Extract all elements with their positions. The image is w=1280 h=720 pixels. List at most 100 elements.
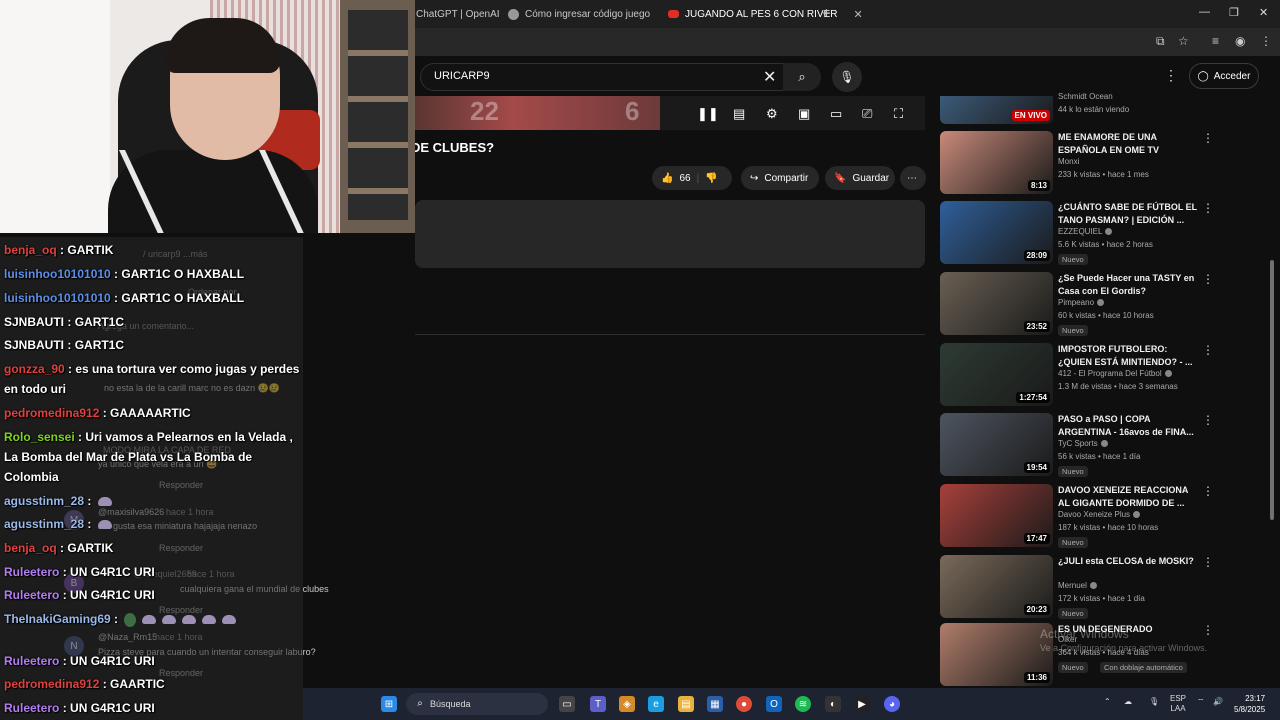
channel-name[interactable]: TyC Sports bbox=[1058, 439, 1108, 448]
clock[interactable]: 23:17 5/8/2025 bbox=[1234, 693, 1265, 715]
signin-button[interactable]: ◯ Acceder bbox=[1189, 63, 1259, 89]
channel-name[interactable]: Davoo Xeneize Plus bbox=[1058, 510, 1141, 519]
miniplayer-icon[interactable]: ▣ bbox=[798, 106, 810, 122]
subtitles-icon[interactable]: ▤ bbox=[733, 106, 745, 122]
spotify-icon[interactable]: ≋ bbox=[795, 696, 811, 712]
video-title[interactable]: PASO a PASO | COPA ARGENTINA - 16avos de… bbox=[1058, 413, 1198, 439]
chat-username[interactable]: benja_oq bbox=[4, 541, 57, 555]
search-button[interactable]: ⌕ bbox=[783, 63, 821, 91]
share-button[interactable]: ↪ Compartir bbox=[741, 166, 819, 190]
save-button[interactable]: 🔖 Guardar bbox=[825, 166, 895, 190]
more-options-icon[interactable]: ⋮ bbox=[1202, 343, 1214, 357]
media-control-icon[interactable]: ≡ bbox=[1212, 34, 1219, 48]
new-tab-button[interactable]: + bbox=[822, 5, 831, 22]
video-thumbnail[interactable]: 8:13 bbox=[940, 131, 1053, 194]
recommended-video[interactable]: 20:23 ¿JULI esta CELOSA de MOSKI? ⋮ Mernuel… bbox=[940, 555, 1220, 619]
video-thumbnail[interactable]: 20:23 bbox=[940, 555, 1053, 618]
recommended-video[interactable]: 8:13 ME ENAMORE DE UNA ESPAÑOLA EN OME TV… bbox=[940, 131, 1220, 195]
chat-username[interactable]: pedromedina912 bbox=[4, 677, 99, 691]
chat-username[interactable]: Ruleetero bbox=[4, 565, 59, 579]
channel-name[interactable]: Pimpeano bbox=[1058, 298, 1105, 307]
more-options-icon[interactable]: ⋮ bbox=[1202, 623, 1214, 637]
chat-username[interactable]: gonzza_90 bbox=[4, 362, 65, 376]
profile-icon[interactable]: ◉ bbox=[1235, 34, 1245, 48]
clear-search-icon[interactable]: ✕ bbox=[763, 67, 776, 87]
volume-icon[interactable]: 🔊 bbox=[1213, 697, 1223, 706]
install-app-icon[interactable]: ⧉ bbox=[1156, 34, 1165, 49]
recommended-video[interactable]: 1:27:54 IMPOSTOR FUTBOLERO: ¿QUIEN ESTÁ M… bbox=[940, 343, 1220, 407]
chrome-icon[interactable]: ● bbox=[736, 696, 752, 712]
channel-name[interactable]: Mernuel bbox=[1058, 581, 1097, 590]
chat-username[interactable]: Ruleetero bbox=[4, 588, 59, 602]
chat-username[interactable]: Ruleetero bbox=[4, 701, 59, 715]
more-options-icon[interactable]: ⋮ bbox=[1202, 131, 1214, 145]
tab-codigo[interactable]: Cómo ingresar código juego ✕ bbox=[508, 4, 677, 24]
video-title[interactable]: DAVOO XENEIZE REACCIONA AL GIGANTE DORMI… bbox=[1058, 484, 1198, 510]
chat-username[interactable]: TheInakiGaming69 bbox=[4, 612, 111, 626]
settings-menu-icon[interactable]: ⋮ bbox=[1164, 67, 1178, 84]
like-dislike-group[interactable]: 👍 66 | 👎 bbox=[652, 166, 732, 190]
teams-icon[interactable]: T bbox=[590, 696, 606, 712]
thumbs-down-icon[interactable]: 👎 bbox=[705, 173, 717, 184]
bookmark-star-icon[interactable]: ☆ bbox=[1178, 34, 1189, 48]
windows-start-icon[interactable]: ⊞ bbox=[381, 696, 397, 712]
tab-chatgpt[interactable]: ChatGPT | OpenAI ✕ bbox=[416, 4, 519, 24]
chat-username[interactable]: luisinhoo10101010 bbox=[4, 267, 111, 281]
close-icon[interactable]: ✕ bbox=[853, 8, 862, 21]
fullscreen-icon[interactable]: ⛶ bbox=[894, 106, 903, 122]
description-box[interactable] bbox=[415, 200, 925, 268]
restore-icon[interactable]: ❐ bbox=[1229, 6, 1239, 19]
video-thumbnail[interactable]: 1:27:54 bbox=[940, 343, 1053, 406]
chat-username[interactable]: SJNBAUTI bbox=[4, 315, 64, 329]
chat-username[interactable]: agusstinm_28 bbox=[4, 494, 84, 508]
recommended-video[interactable]: 28:09 ¿CUÁNTO SABE DE FÚTBOL EL TANO PASM… bbox=[940, 201, 1220, 265]
folder-icon[interactable]: ▤ bbox=[678, 696, 694, 712]
media-player-icon[interactable]: ▶ bbox=[854, 696, 870, 712]
gear-icon[interactable]: ⚙ bbox=[766, 106, 778, 122]
video-thumbnail[interactable]: 28:09 bbox=[940, 201, 1053, 264]
video-thumbnail[interactable]: 17:47 bbox=[940, 484, 1053, 547]
video-title[interactable]: IMPOSTOR FUTBOLERO: ¿QUIEN ESTÁ MINTIEND… bbox=[1058, 343, 1198, 369]
recommended-video[interactable]: EN VIVO Schmidt Ocean 44 k lo están viendo bbox=[940, 92, 1220, 124]
more-options-icon[interactable]: ⋮ bbox=[1202, 413, 1214, 427]
video-title[interactable]: ¿CUÁNTO SABE DE FÚTBOL EL TANO PASMAN? |… bbox=[1058, 201, 1198, 227]
more-options-icon[interactable]: ⋮ bbox=[1202, 484, 1214, 498]
browser-menu-icon[interactable]: ⋮ bbox=[1260, 34, 1272, 48]
video-title[interactable]: ¿JULI esta CELOSA de MOSKI? bbox=[1058, 555, 1198, 568]
discord-icon[interactable]: ◕ bbox=[884, 696, 900, 712]
store-icon[interactable]: ▦ bbox=[707, 696, 723, 712]
cloud-icon[interactable]: ☁ bbox=[1124, 697, 1132, 706]
cast-icon[interactable]: ⎚ bbox=[862, 106, 872, 122]
video-thumbnail[interactable]: EN VIVO bbox=[940, 96, 1053, 124]
chat-username[interactable]: Rolo_sensei bbox=[4, 430, 75, 444]
chat-username[interactable]: SJNBAUTI bbox=[4, 338, 64, 352]
tray-overflow-icon[interactable]: ⌃ bbox=[1104, 697, 1111, 706]
chat-username[interactable]: luisinhoo10101010 bbox=[4, 291, 111, 305]
more-actions-button[interactable]: ⋯ bbox=[900, 166, 926, 190]
close-window-icon[interactable]: ✕ bbox=[1259, 6, 1268, 19]
pause-icon[interactable]: ❚❚ bbox=[697, 106, 719, 122]
wifi-icon[interactable]: ⌔ bbox=[1197, 697, 1205, 707]
copilot-icon[interactable]: ◈ bbox=[619, 696, 635, 712]
mic-tray-icon[interactable]: 🎙 bbox=[1149, 697, 1159, 706]
taskbar-search[interactable] bbox=[406, 693, 548, 715]
tab-youtube[interactable]: JUGANDO AL PES 6 CON RIVER ✕ bbox=[668, 4, 863, 24]
language-indicator[interactable]: ESP LAA bbox=[1170, 694, 1186, 714]
sidebar-scrollbar[interactable] bbox=[1270, 260, 1274, 520]
obs-icon[interactable]: ◐ bbox=[825, 696, 841, 712]
recommended-video[interactable]: 17:47 DAVOO XENEIZE REACCIONA AL GIGANTE … bbox=[940, 484, 1220, 548]
video-thumbnail[interactable]: 11:36 bbox=[940, 623, 1053, 686]
video-title[interactable]: ¿Se Puede Hacer una TASTY en Casa con El… bbox=[1058, 272, 1198, 298]
chat-username[interactable]: Ruleetero bbox=[4, 654, 59, 668]
search-input[interactable]: URICARP9 bbox=[434, 70, 490, 82]
outlook-icon[interactable]: O bbox=[766, 696, 782, 712]
more-options-icon[interactable]: ⋮ bbox=[1202, 272, 1214, 286]
recommended-video[interactable]: 19:54 PASO a PASO | COPA ARGENTINA - 16av… bbox=[940, 413, 1220, 477]
edge-icon[interactable]: e bbox=[648, 696, 664, 712]
channel-name[interactable]: Monxi bbox=[1058, 157, 1079, 166]
thumbs-up-icon[interactable]: 👍 bbox=[661, 173, 673, 184]
chat-username[interactable]: pedromedina912 bbox=[4, 406, 99, 420]
recommended-video[interactable]: 23:52 ¿Se Puede Hacer una TASTY en Casa c… bbox=[940, 272, 1220, 336]
channel-name[interactable]: Schmidt Ocean bbox=[1058, 92, 1113, 101]
task-view-icon[interactable]: ▭ bbox=[559, 696, 575, 712]
